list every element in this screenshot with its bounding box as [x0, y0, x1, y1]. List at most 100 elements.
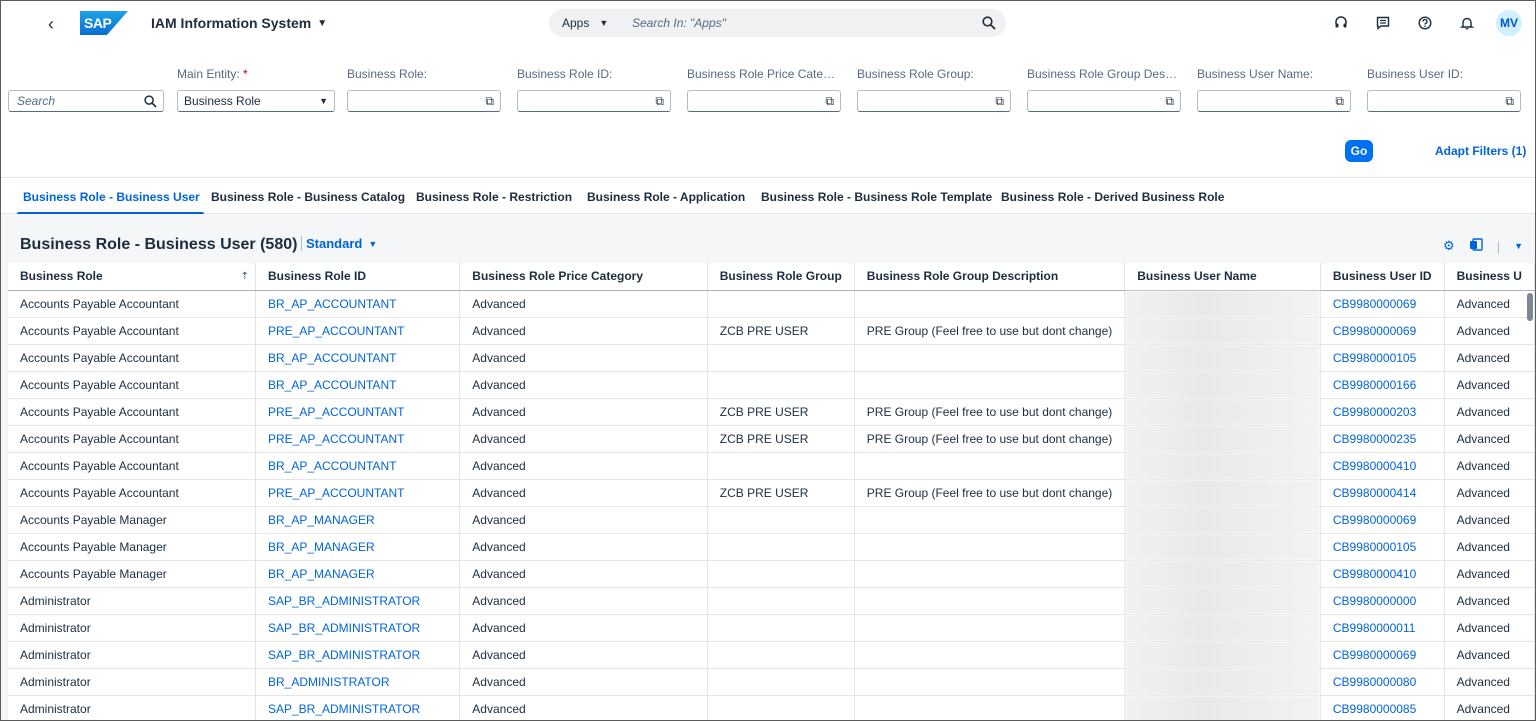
- table-row[interactable]: Administrator SAP_BR_ADMINISTRATOR Advance…: [8, 695, 1535, 720]
- column-header[interactable]: Business Role Group: [707, 263, 855, 291]
- link-cell[interactable]: PRE_AP_ACCOUNTANT: [255, 425, 461, 453]
- link-cell[interactable]: CB9980000069: [1320, 641, 1445, 669]
- settings-icon[interactable]: ⚙: [1443, 238, 1455, 254]
- column-header[interactable]: Business U: [1444, 263, 1535, 291]
- app-title-menu[interactable]: IAM Information System ▼: [151, 15, 327, 31]
- column-header[interactable]: Business Role ⇡: [8, 263, 256, 291]
- link-cell[interactable]: SAP_BR_ADMINISTRATOR: [255, 614, 461, 642]
- table-row[interactable]: Administrator SAP_BR_ADMINISTRATOR Advance…: [8, 587, 1535, 615]
- bell-icon[interactable]: [1446, 9, 1488, 37]
- user-id-input[interactable]: ⧉: [1367, 90, 1521, 112]
- back-icon[interactable]: ‹: [41, 14, 61, 34]
- link-cell[interactable]: BR_AP_MANAGER: [255, 560, 461, 588]
- table-row[interactable]: Administrator SAP_BR_ADMINISTRATOR Advance…: [8, 614, 1535, 642]
- table-row[interactable]: Accounts Payable Accountant BR_AP_ACCOUNT…: [8, 344, 1535, 372]
- table-row[interactable]: Accounts Payable Manager BR_AP_MANAGER Adv…: [8, 533, 1535, 561]
- table-row[interactable]: Accounts Payable Accountant PRE_AP_ACCOUN…: [8, 398, 1535, 426]
- feedback-icon[interactable]: [1362, 9, 1404, 37]
- tab-business-user[interactable]: Business Role - Business User: [17, 190, 204, 215]
- link-cell[interactable]: CB9980000105: [1320, 533, 1445, 561]
- tab-application[interactable]: Business Role - Application: [587, 190, 745, 204]
- link-cell[interactable]: CB9980000105: [1320, 344, 1445, 372]
- link-cell[interactable]: PRE_AP_ACCOUNTANT: [255, 479, 461, 507]
- sap-logo[interactable]: SAP: [80, 11, 128, 35]
- link-cell[interactable]: CB9980000069: [1320, 290, 1445, 318]
- headset-icon[interactable]: [1320, 9, 1362, 37]
- value-help-icon[interactable]: ⧉: [1335, 94, 1344, 109]
- price-category-input[interactable]: ⧉: [687, 90, 841, 112]
- link-cell[interactable]: SAP_BR_ADMINISTRATOR: [255, 587, 461, 615]
- role-group-description-input[interactable]: ⧉: [1027, 90, 1181, 112]
- value-help-icon[interactable]: ⧉: [1505, 94, 1514, 109]
- link-cell[interactable]: CB9980000166: [1320, 371, 1445, 399]
- value-help-icon[interactable]: ⧉: [825, 94, 834, 109]
- link-cell[interactable]: SAP_BR_ADMINISTRATOR: [255, 695, 461, 720]
- link-cell[interactable]: PRE_AP_ACCOUNTANT: [255, 317, 461, 345]
- link-cell[interactable]: CB9980000410: [1320, 560, 1445, 588]
- table-row[interactable]: Accounts Payable Accountant BR_AP_ACCOUNT…: [8, 452, 1535, 480]
- table-row[interactable]: Accounts Payable Accountant PRE_AP_ACCOUN…: [8, 479, 1535, 507]
- vertical-scrollbar[interactable]: [1527, 293, 1533, 321]
- export-icon[interactable]: [1469, 238, 1483, 254]
- column-header[interactable]: Business Role ID: [255, 263, 461, 291]
- link-cell[interactable]: BR_AP_ACCOUNTANT: [255, 371, 461, 399]
- table-cell: Advanced: [1444, 290, 1535, 318]
- table-row[interactable]: Administrator BR_ADMINISTRATOR Advanced CB9…: [8, 668, 1535, 696]
- link-cell[interactable]: SAP_BR_ADMINISTRATOR: [255, 641, 461, 669]
- link-cell[interactable]: CB9980000069: [1320, 317, 1445, 345]
- table-row[interactable]: Accounts Payable Accountant BR_AP_ACCOUNT…: [8, 290, 1535, 318]
- user-name-input[interactable]: ⧉: [1197, 90, 1351, 112]
- link-cell[interactable]: CB9980000080: [1320, 668, 1445, 696]
- table-row[interactable]: Accounts Payable Manager BR_AP_MANAGER Adv…: [8, 560, 1535, 588]
- column-header[interactable]: Business Role Price Category: [459, 263, 708, 291]
- link-cell[interactable]: BR_AP_MANAGER: [255, 506, 461, 534]
- tab-restriction[interactable]: Business Role - Restriction: [416, 190, 572, 204]
- go-button[interactable]: Go: [1345, 140, 1373, 162]
- link-cell[interactable]: CB9980000000: [1320, 587, 1445, 615]
- link-cell[interactable]: BR_AP_ACCOUNTANT: [255, 344, 461, 372]
- link-cell[interactable]: CB9980000414: [1320, 479, 1445, 507]
- tab-business-catalog[interactable]: Business Role - Business Catalog: [211, 190, 405, 204]
- value-help-icon[interactable]: ⧉: [485, 94, 494, 109]
- link-cell[interactable]: CB9980000235: [1320, 425, 1445, 453]
- search-icon[interactable]: [972, 16, 1006, 30]
- link-cell[interactable]: PRE_AP_ACCOUNTANT: [255, 398, 461, 426]
- main-entity-select[interactable]: Business Role ▼: [177, 90, 335, 112]
- column-header[interactable]: Business Role Group Description: [854, 263, 1126, 291]
- table-row[interactable]: Accounts Payable Manager BR_AP_MANAGER Adv…: [8, 506, 1535, 534]
- value-help-icon[interactable]: ⧉: [1165, 94, 1174, 109]
- column-header[interactable]: Business User ID: [1320, 263, 1445, 291]
- table-cell: [707, 506, 855, 534]
- link-cell[interactable]: CB9980000203: [1320, 398, 1445, 426]
- basic-search-input[interactable]: Search: [8, 90, 164, 112]
- column-header[interactable]: Business User Name: [1124, 263, 1321, 291]
- table-row[interactable]: Accounts Payable Accountant PRE_AP_ACCOUN…: [8, 425, 1535, 453]
- role-group-input[interactable]: ⧉: [857, 90, 1011, 112]
- table-row[interactable]: Administrator SAP_BR_ADMINISTRATOR Advance…: [8, 641, 1535, 669]
- value-help-icon[interactable]: ⧉: [995, 94, 1004, 109]
- table-row[interactable]: Accounts Payable Accountant BR_AP_ACCOUNT…: [8, 371, 1535, 399]
- tab-derived-role[interactable]: Business Role - Derived Business Role: [1001, 190, 1224, 204]
- link-cell[interactable]: BR_AP_ACCOUNTANT: [255, 452, 461, 480]
- variant-selector[interactable]: Standard ▼: [301, 236, 377, 251]
- tab-role-template[interactable]: Business Role - Business Role Template: [761, 190, 992, 204]
- link-cell[interactable]: BR_AP_MANAGER: [255, 533, 461, 561]
- link-cell[interactable]: BR_AP_ACCOUNTANT: [255, 290, 461, 318]
- business-role-input[interactable]: ⧉: [347, 90, 501, 112]
- table-row[interactable]: Accounts Payable Accountant PRE_AP_ACCOUN…: [8, 317, 1535, 345]
- adapt-filters-button[interactable]: Adapt Filters (1): [1435, 144, 1526, 158]
- help-icon[interactable]: [1404, 9, 1446, 37]
- link-cell[interactable]: CB9980000410: [1320, 452, 1445, 480]
- business-role-id-input[interactable]: ⧉: [517, 90, 671, 112]
- link-cell[interactable]: CB9980000069: [1320, 506, 1445, 534]
- table-cell: Advanced: [459, 398, 708, 426]
- search-scope-select[interactable]: Apps ▼: [549, 16, 632, 30]
- chevron-down-icon[interactable]: ▼: [1514, 241, 1523, 251]
- link-cell[interactable]: CB9980000011: [1320, 614, 1445, 642]
- table-cell: ZCB PRE USER: [707, 398, 855, 426]
- avatar[interactable]: MV: [1496, 10, 1522, 36]
- search-input[interactable]: Search In: "Apps": [632, 16, 972, 30]
- value-help-icon[interactable]: ⧉: [655, 94, 664, 109]
- link-cell[interactable]: CB9980000085: [1320, 695, 1445, 720]
- link-cell[interactable]: BR_ADMINISTRATOR: [255, 668, 461, 696]
